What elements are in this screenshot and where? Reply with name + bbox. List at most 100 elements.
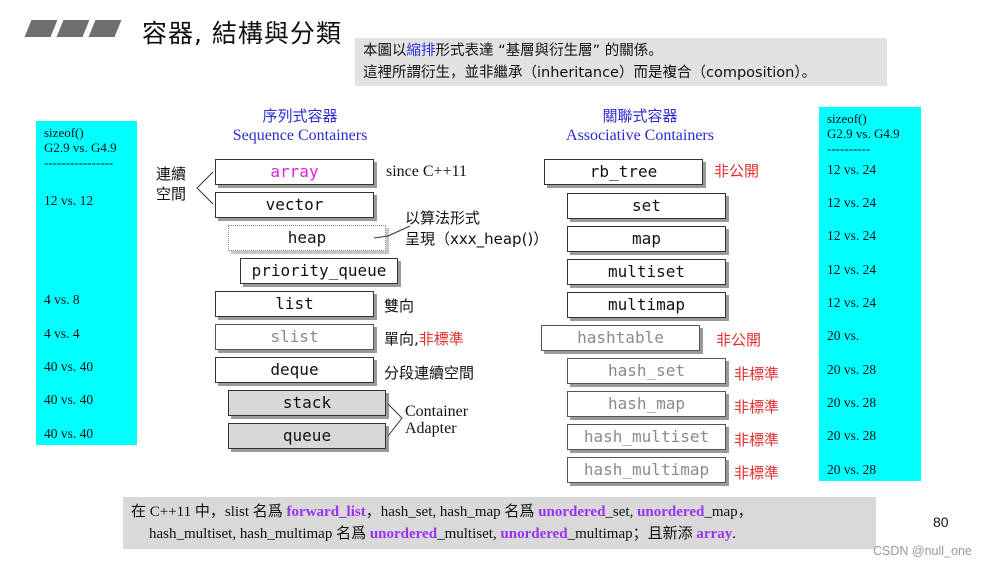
sizeof-row-hashtable: 20 vs. (827, 328, 860, 343)
cpp11-note-line-1: 在 C++11 中，slist 名爲 forward_list，hash_set… (131, 501, 876, 523)
sizeof-separator: ---------- (827, 141, 871, 156)
sizeof-row-hash-map: 20 vs. 28 (827, 395, 877, 410)
slist-note: 單向,非標準 (384, 328, 464, 349)
note-line-2: 這裡所謂衍生，並非繼承（inheritance）而是複合（composition… (363, 65, 817, 81)
container-box-hash-multimap: hash_multimap (567, 457, 726, 483)
sizeof-header: sizeof() G2.9 vs. G4.9 ---------- (819, 107, 921, 156)
associative-containers-heading: 關聯式容器 Associative Containers (540, 107, 740, 145)
sizeof-row-hash-multiset: 20 vs. 28 (827, 428, 877, 443)
note-highlight: unordered (538, 504, 606, 520)
left-sizeof-panel: sizeof() G2.9 vs. G4.9 ---------------- … (36, 121, 137, 445)
container-box-hash-map: hash_map (567, 391, 726, 417)
note-text: 形式表達 “基層與衍生層” 的關係。 (435, 43, 663, 59)
container-box-heap: heap (228, 225, 386, 251)
sizeof-row-set: 12 vs. 24 (827, 195, 877, 210)
header-stripe-decoration (88, 20, 122, 37)
note-highlight: unordered (637, 504, 705, 520)
nonstandard-tag: 非標準 (734, 398, 780, 416)
nonstandard-tag: 非標準 (734, 464, 780, 482)
csdn-credit: CSDN @null_one (873, 544, 972, 558)
note-text: ，hash_set, hash_map 名爲 (365, 504, 539, 520)
note-highlight: unordered (369, 526, 438, 542)
page-title: 容器, 結構與分類 (142, 19, 342, 48)
sizeof-row-multimap: 12 vs. 24 (827, 295, 877, 310)
container-box-vector: vector (215, 192, 374, 218)
sizeof-row-stack: 40 vs. 40 (44, 392, 94, 407)
cpp11-note-line-2: hash_multiset, hash_multimap 名爲 unordere… (131, 523, 876, 545)
label-line: 空間 (156, 185, 187, 203)
container-box-list: list (215, 291, 374, 317)
container-box-priority-queue: priority_queue (240, 258, 398, 284)
container-box-map: map (567, 226, 726, 252)
header-stripe-decoration (24, 20, 58, 37)
container-box-stack: stack (228, 390, 386, 416)
private-tag: 非公開 (716, 331, 762, 349)
note-text: . (732, 526, 736, 542)
nonstandard-tag: 非標準 (734, 431, 780, 449)
brace-icon (196, 171, 214, 205)
container-box-hash-multiset: hash_multiset (567, 424, 726, 450)
container-adapter-label: Container Adapter (405, 403, 468, 437)
sizeof-row-queue: 40 vs. 40 (44, 426, 94, 441)
private-tag: 非公開 (714, 162, 760, 180)
container-box-array: array (215, 159, 374, 185)
nonstandard-tag: 非標準 (734, 365, 780, 383)
adapter-label-line: Container (405, 403, 469, 420)
container-box-hash-set: hash_set (567, 358, 726, 384)
container-box-queue: queue (228, 423, 386, 449)
sizeof-separator: ---------------- (44, 155, 114, 170)
sizeof-row-hash-multimap: 20 vs. 28 (827, 462, 877, 477)
note-text: hash_multiset, hash_multimap 名爲 (149, 526, 370, 542)
sizeof-row-rb-tree: 12 vs. 24 (827, 162, 877, 177)
note-text: 本圖以 (363, 43, 407, 59)
heading-en: Sequence Containers (232, 127, 368, 144)
sizeof-row-map: 12 vs. 24 (827, 228, 877, 243)
cpp11-note: 在 C++11 中，slist 名爲 forward_list，hash_set… (123, 497, 876, 549)
deque-note: 分段連續空間 (384, 364, 475, 382)
note-text: _multiset, (437, 526, 501, 542)
container-box-slist: slist (215, 324, 374, 350)
container-box-deque: deque (215, 357, 374, 383)
note-highlight: 縮排 (406, 43, 436, 59)
note-line-1: 本圖以縮排形式表達 “基層與衍生層” 的關係。 (363, 40, 887, 62)
right-sizeof-panel: sizeof() G2.9 vs. G4.9 ---------- 12 vs.… (819, 107, 921, 481)
sizeof-row-slist: 4 vs. 4 (44, 326, 80, 341)
container-box-set: set (567, 193, 726, 219)
page-number: 80 (933, 514, 949, 530)
contiguous-space-label: 連續 空間 (156, 164, 186, 204)
container-box-rb-tree: rb_tree (544, 159, 703, 185)
sizeof-header-line: sizeof() (827, 111, 867, 126)
heading-cn: 序列式容器 (262, 107, 338, 125)
note-text: _set, (605, 504, 638, 520)
note-text: _multimap；且新添 (567, 526, 697, 542)
note-highlight: array (696, 526, 733, 542)
slist-note-text: 單向, (384, 330, 419, 348)
adapter-label-line: Adapter (405, 420, 457, 437)
heap-note: 以算法形式 呈現（xxx_heap()） (405, 208, 548, 250)
sizeof-header: sizeof() G2.9 vs. G4.9 ---------------- (36, 121, 137, 170)
heap-note-line: 以算法形式 (405, 209, 481, 227)
header-stripe-decoration (56, 20, 90, 37)
sizeof-row-deque: 40 vs. 40 (44, 359, 94, 374)
heading-en: Associative Containers (566, 127, 714, 144)
note-text: 在 C++11 中，slist 名爲 (131, 504, 287, 520)
heading-cn: 關聯式容器 (602, 107, 678, 125)
sizeof-header-line: sizeof() (44, 125, 84, 140)
nonstandard-tag: 非標準 (418, 330, 464, 348)
container-box-multimap: multimap (567, 292, 726, 318)
note-highlight: unordered (500, 526, 568, 542)
description-note: 本圖以縮排形式表達 “基層與衍生層” 的關係。 這裡所謂衍生，並非繼承（inhe… (355, 38, 887, 86)
sizeof-header-line: G2.9 vs. G4.9 (44, 140, 117, 155)
sizeof-header-line: G2.9 vs. G4.9 (827, 126, 900, 141)
sizeof-row-list: 4 vs. 8 (44, 292, 80, 307)
sizeof-row-multiset: 12 vs. 24 (827, 262, 877, 277)
container-box-hashtable: hashtable (541, 325, 700, 351)
sequence-containers-heading: 序列式容器 Sequence Containers (210, 107, 390, 145)
container-box-multiset: multiset (567, 259, 726, 285)
sizeof-row-hash-set: 20 vs. 28 (827, 362, 877, 377)
array-note: since C++11 (386, 163, 467, 180)
note-text: _map， (704, 504, 753, 520)
note-highlight: forward_list (286, 504, 366, 520)
adapter-brace-icon (387, 403, 403, 437)
sizeof-row-vector: 12 vs. 12 (44, 193, 94, 208)
